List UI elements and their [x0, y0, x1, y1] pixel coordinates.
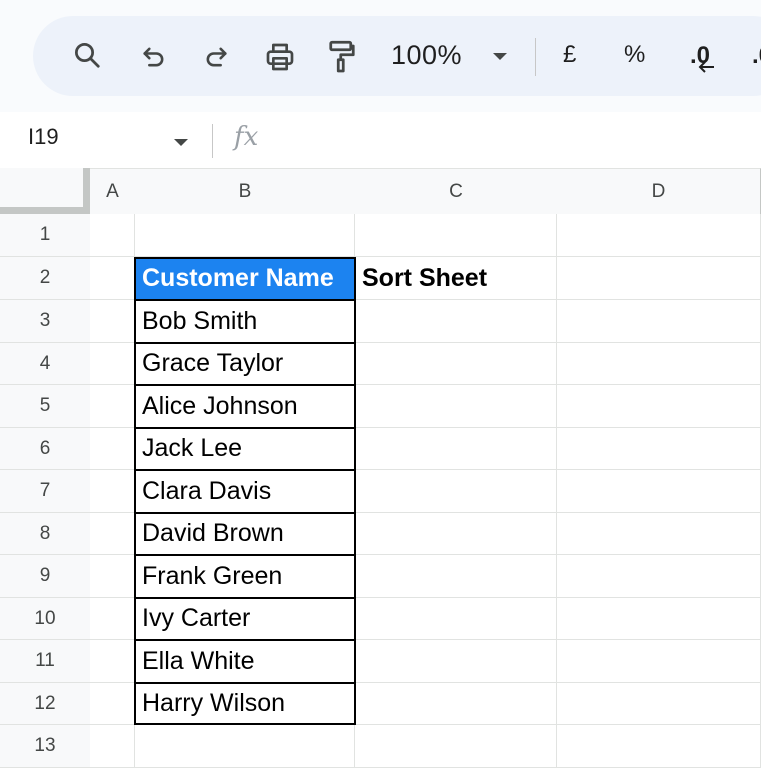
row-header-3[interactable]: 3: [0, 300, 91, 343]
cell-d13[interactable]: [557, 725, 761, 768]
cell-b4[interactable]: Grace Taylor: [135, 343, 355, 385]
row-header-7[interactable]: 7: [0, 470, 91, 513]
row-header-2[interactable]: 2: [0, 257, 91, 300]
cell-a12[interactable]: [90, 683, 135, 725]
column-header-a[interactable]: A: [90, 168, 136, 215]
cell-c5[interactable]: [355, 385, 557, 428]
cell-c9[interactable]: [355, 555, 557, 598]
row-header-6[interactable]: 6: [0, 428, 91, 470]
cell-d6[interactable]: [557, 428, 761, 470]
cell-d1[interactable]: [557, 214, 761, 257]
row-header-12[interactable]: 12: [0, 683, 91, 725]
cell-c13[interactable]: [355, 725, 557, 768]
cell-a8[interactable]: [90, 513, 135, 555]
cell-d5[interactable]: [557, 385, 761, 428]
cell-c3[interactable]: [355, 300, 557, 343]
cell-a7[interactable]: [90, 470, 135, 513]
cell-c11[interactable]: [355, 640, 557, 683]
cell-d4[interactable]: [557, 343, 761, 385]
cell-a5[interactable]: [90, 385, 135, 428]
cell-d9[interactable]: [557, 555, 761, 598]
cell-c4[interactable]: [355, 343, 557, 385]
cell-b5[interactable]: Alice Johnson: [135, 385, 355, 428]
cell-b3[interactable]: Bob Smith: [135, 300, 355, 343]
column-header-b[interactable]: B: [135, 168, 356, 215]
cell-b2[interactable]: Customer Name: [135, 257, 355, 300]
row-header-10[interactable]: 10: [0, 598, 91, 640]
cell-c10[interactable]: [355, 598, 557, 640]
cell-b8[interactable]: David Brown: [135, 513, 355, 555]
cell-d10[interactable]: [557, 598, 761, 640]
row-header-1[interactable]: 1: [0, 214, 91, 257]
row-header-4[interactable]: 4: [0, 343, 91, 385]
row-header-8[interactable]: 8: [0, 513, 91, 555]
cell-d8[interactable]: [557, 513, 761, 555]
cell-b10[interactable]: Ivy Carter: [135, 598, 355, 640]
column-header-d[interactable]: D: [557, 168, 761, 215]
row-header-11[interactable]: 11: [0, 640, 91, 683]
cell-a1[interactable]: [90, 214, 135, 257]
row-header-5[interactable]: 5: [0, 385, 91, 428]
cell-d2[interactable]: [557, 257, 761, 300]
column-header-c[interactable]: C: [355, 168, 558, 215]
cell-a3[interactable]: [90, 300, 135, 343]
cell-a9[interactable]: [90, 555, 135, 598]
cell-a2[interactable]: [90, 257, 135, 300]
cell-a11[interactable]: [90, 640, 135, 683]
cell-d3[interactable]: [557, 300, 761, 343]
cell-b9[interactable]: Frank Green: [135, 555, 355, 598]
spreadsheet-grid: A B C D 1 2 3 4 5 6 7 8 9 10 11 12 13 Cu…: [0, 0, 761, 768]
cell-c6[interactable]: [355, 428, 557, 470]
freeze-row-handle[interactable]: [0, 207, 90, 214]
cell-a10[interactable]: [90, 598, 135, 640]
cell-d7[interactable]: [557, 470, 761, 513]
cell-a6[interactable]: [90, 428, 135, 470]
cell-b6[interactable]: Jack Lee: [135, 428, 355, 470]
cell-b1[interactable]: [135, 214, 355, 257]
cell-a13[interactable]: [90, 725, 135, 768]
cell-c7[interactable]: [355, 470, 557, 513]
cell-a4[interactable]: [90, 343, 135, 385]
cell-c8[interactable]: [355, 513, 557, 555]
cell-b7[interactable]: Clara Davis: [135, 470, 355, 513]
cell-b12[interactable]: Harry Wilson: [135, 683, 355, 725]
row-header-13[interactable]: 13: [0, 725, 91, 768]
cell-b13[interactable]: [135, 725, 355, 768]
cell-b11[interactable]: Ella White: [135, 640, 355, 683]
row-header-9[interactable]: 9: [0, 555, 91, 598]
cell-c2[interactable]: Sort Sheet: [355, 257, 557, 300]
cell-c1[interactable]: [355, 214, 557, 257]
cell-d12[interactable]: [557, 683, 761, 725]
cell-c12[interactable]: [355, 683, 557, 725]
cell-d11[interactable]: [557, 640, 761, 683]
